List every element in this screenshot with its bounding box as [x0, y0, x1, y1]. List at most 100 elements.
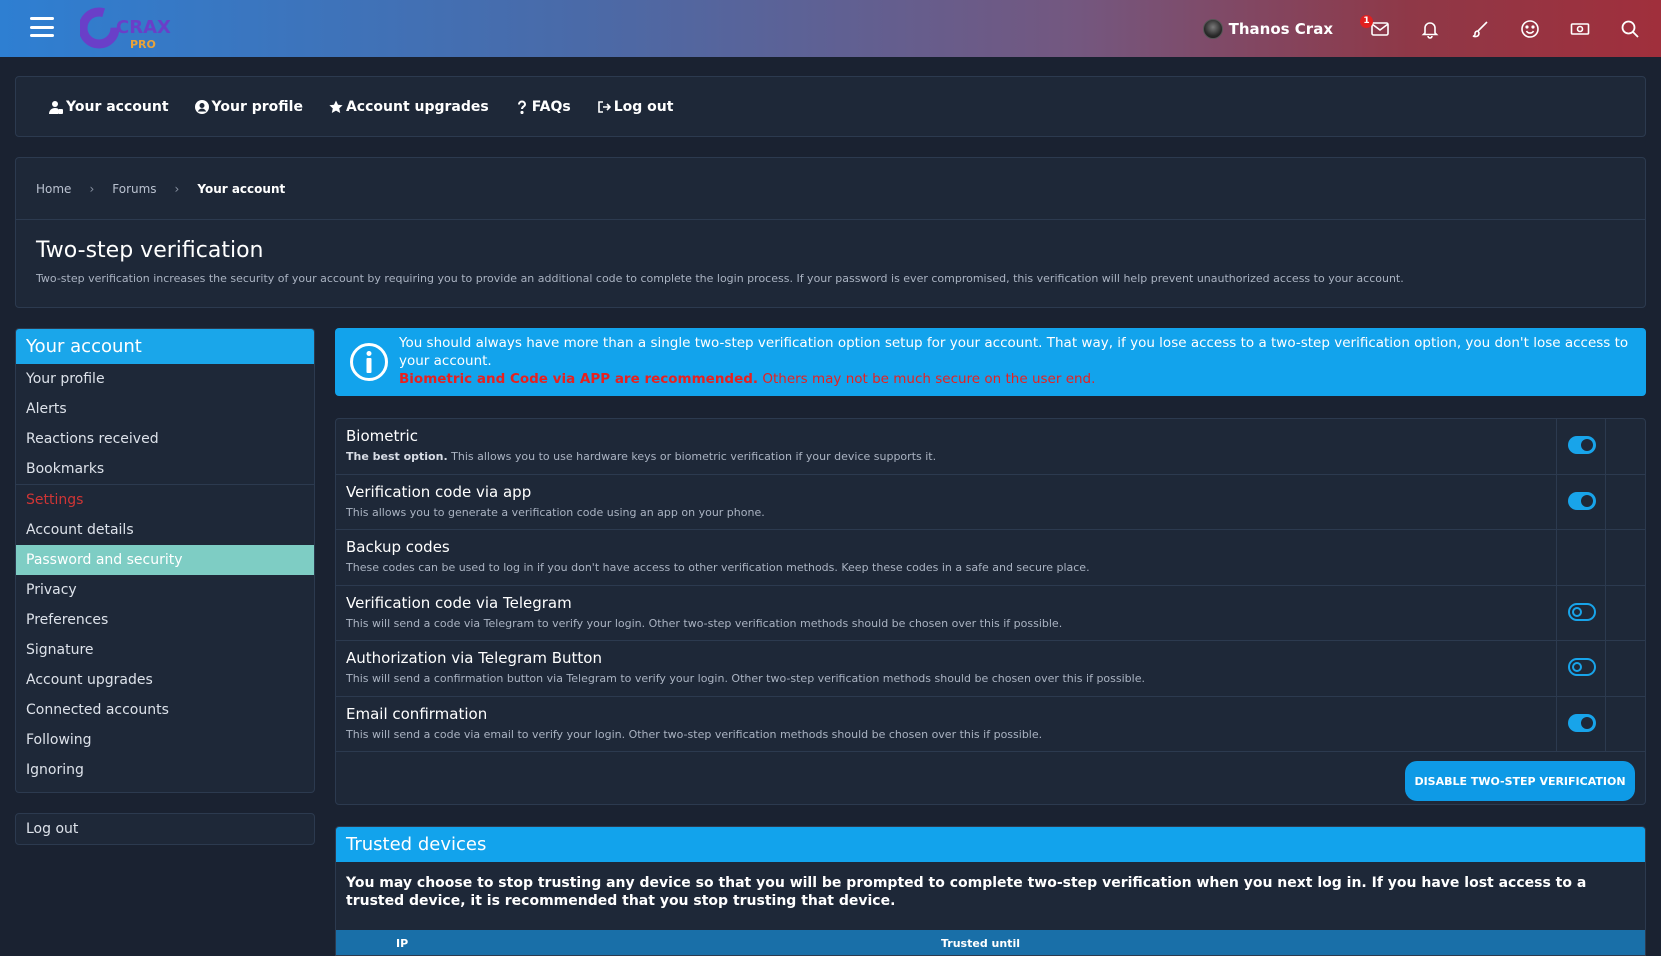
- sidebar-item-password-security[interactable]: Password and security: [16, 545, 314, 575]
- method-description: This will send a code via email to verif…: [346, 727, 1043, 741]
- breadcrumb-forums[interactable]: Forums: [112, 182, 156, 196]
- style-button[interactable]: [1455, 0, 1505, 57]
- trusted-devices-description: You may choose to stop trusting any devi…: [346, 875, 1587, 909]
- telegram-code-toggle[interactable]: [1568, 602, 1596, 621]
- nav-label: Log out: [613, 98, 674, 115]
- sidebar-section-settings: Settings: [16, 484, 314, 515]
- verification-methods: Biometric The best option. This allows y…: [335, 418, 1646, 805]
- search-button[interactable]: [1605, 0, 1655, 57]
- username: Thanos Crax: [1228, 19, 1333, 38]
- logo-text: CRAX: [116, 17, 171, 38]
- sidebar-item-reactions[interactable]: Reactions received: [16, 424, 314, 454]
- method-title: Email confirmation: [346, 704, 488, 723]
- trusted-devices-table-header: IP Trusted until: [336, 930, 1645, 955]
- smiley-icon: [1521, 19, 1539, 38]
- menu-icon[interactable]: [30, 17, 54, 37]
- method-description: The best option. This allows you to use …: [346, 450, 936, 463]
- page-title: Two-step verification: [36, 238, 264, 263]
- notice-message: You should always have more than a singl…: [399, 335, 1629, 369]
- method-title: Authorization via Telegram Button: [346, 649, 602, 667]
- method-description: This allows you to generate a verificati…: [346, 505, 765, 519]
- alerts-button[interactable]: [1405, 0, 1455, 57]
- user-menu[interactable]: Thanos Crax: [1202, 18, 1333, 39]
- upgrades-button[interactable]: [1555, 0, 1605, 57]
- info-icon: [350, 343, 388, 381]
- method-highlight: The best option.: [346, 450, 448, 463]
- trusted-devices: Trusted devices You may choose to stop t…: [335, 826, 1646, 956]
- sidebar-item-your-profile[interactable]: Your profile: [16, 364, 314, 394]
- sidebar-item-privacy[interactable]: Privacy: [16, 575, 314, 605]
- sidebar-item-connected-accounts[interactable]: Connected accounts: [16, 695, 314, 725]
- page-header: Home › Forums › Your account Two-step ve…: [15, 157, 1646, 308]
- sidebar-item-following[interactable]: Following: [16, 725, 314, 755]
- column-ip: IP: [396, 937, 409, 950]
- nav-your-account[interactable]: Your account: [49, 99, 169, 115]
- method-row-email[interactable]: Email confirmation This will send a code…: [336, 696, 1645, 752]
- crax-logo[interactable]: CRAX PRO: [80, 5, 185, 51]
- method-row-telegram-button[interactable]: Authorization via Telegram Button This w…: [336, 641, 1645, 697]
- biometric-toggle[interactable]: [1568, 436, 1596, 454]
- brush-icon: [1472, 20, 1488, 37]
- smilies-button[interactable]: [1505, 0, 1555, 57]
- method-title: Verification code via Telegram: [346, 593, 572, 612]
- sidebar-item-account-details[interactable]: Account details: [16, 515, 314, 545]
- method-title: Biometric: [346, 427, 418, 445]
- method-title: Verification code via app: [346, 482, 532, 501]
- avatar: [1202, 18, 1223, 39]
- method-row-biometric[interactable]: Biometric The best option. This allows y…: [336, 419, 1645, 475]
- method-description: These codes can be used to log in if you…: [346, 561, 1090, 574]
- notice-recommendation: Biometric and Code via APP are recommend…: [399, 371, 759, 387]
- sidebar-item-alerts[interactable]: Alerts: [16, 394, 314, 424]
- inbox-icon: [1371, 21, 1389, 36]
- star-icon: [329, 100, 343, 113]
- breadcrumb-separator: ›: [174, 181, 180, 196]
- logout-icon: [597, 100, 611, 113]
- method-description: This will send a confirmation button via…: [346, 672, 1145, 685]
- bell-icon: [1421, 21, 1439, 39]
- nav-label: FAQs: [531, 98, 571, 115]
- logo-subtext: PRO: [130, 38, 156, 51]
- sidebar-logout-button[interactable]: Log out: [15, 813, 315, 845]
- nav-log-out[interactable]: Log out: [597, 98, 674, 115]
- breadcrumb-separator: ›: [89, 181, 95, 196]
- inbox-badge: 1: [1360, 15, 1373, 28]
- breadcrumb: Home › Forums › Your account: [16, 158, 1645, 220]
- inbox-button[interactable]: 1: [1355, 0, 1405, 57]
- nav-faqs[interactable]: FAQs: [515, 99, 571, 115]
- disable-two-step-button[interactable]: DISABLE TWO-STEP VERIFICATION: [1405, 761, 1635, 801]
- telegram-button-toggle[interactable]: [1568, 658, 1596, 676]
- sidebar-title[interactable]: Your account: [16, 329, 314, 364]
- info-notice: You should always have more than a singl…: [335, 328, 1646, 396]
- method-row-backup[interactable]: Backup codes These codes can be used to …: [336, 530, 1645, 586]
- account-nav: Your account Your profile Account upgrad…: [15, 76, 1646, 137]
- breadcrumb-home[interactable]: Home: [36, 182, 71, 196]
- user-circle-icon: [194, 99, 209, 114]
- trusted-devices-title: Trusted devices: [336, 827, 1645, 862]
- breadcrumb-current[interactable]: Your account: [197, 182, 285, 196]
- nav-your-profile[interactable]: Your profile: [194, 98, 303, 115]
- top-bar: CRAX PRO Thanos Crax 1: [0, 0, 1661, 57]
- method-title: Backup codes: [346, 538, 450, 556]
- nav-account-upgrades[interactable]: Account upgrades: [329, 99, 489, 115]
- app-code-toggle[interactable]: [1568, 491, 1596, 510]
- user-lock-icon: [49, 100, 63, 114]
- page-description: Two-step verification increases the secu…: [36, 272, 1404, 285]
- method-row-telegram-code[interactable]: Verification code via Telegram This will…: [336, 585, 1645, 641]
- sidebar-item-signature[interactable]: Signature: [16, 635, 314, 665]
- question-icon: [517, 100, 526, 114]
- method-row-app[interactable]: Verification code via app This allows yo…: [336, 474, 1645, 530]
- sidebar-item-bookmarks[interactable]: Bookmarks: [16, 454, 314, 484]
- email-toggle[interactable]: [1568, 713, 1596, 732]
- method-description: This will send a code via Telegram to ve…: [346, 616, 1063, 630]
- account-sidebar: Your account Your profile Alerts Reactio…: [15, 328, 315, 793]
- nav-label: Your profile: [211, 98, 303, 115]
- column-trusted-until: Trusted until: [941, 937, 1020, 950]
- nav-label: Account upgrades: [345, 98, 489, 115]
- sidebar-item-ignoring[interactable]: Ignoring: [16, 755, 314, 785]
- cash-icon: [1570, 22, 1590, 35]
- sidebar-item-preferences[interactable]: Preferences: [16, 605, 314, 635]
- sidebar-item-account-upgrades[interactable]: Account upgrades: [16, 665, 314, 695]
- notice-warning: Others may not be much secure on the use…: [758, 371, 1096, 387]
- search-icon: [1621, 20, 1639, 38]
- nav-label: Your account: [66, 98, 169, 115]
